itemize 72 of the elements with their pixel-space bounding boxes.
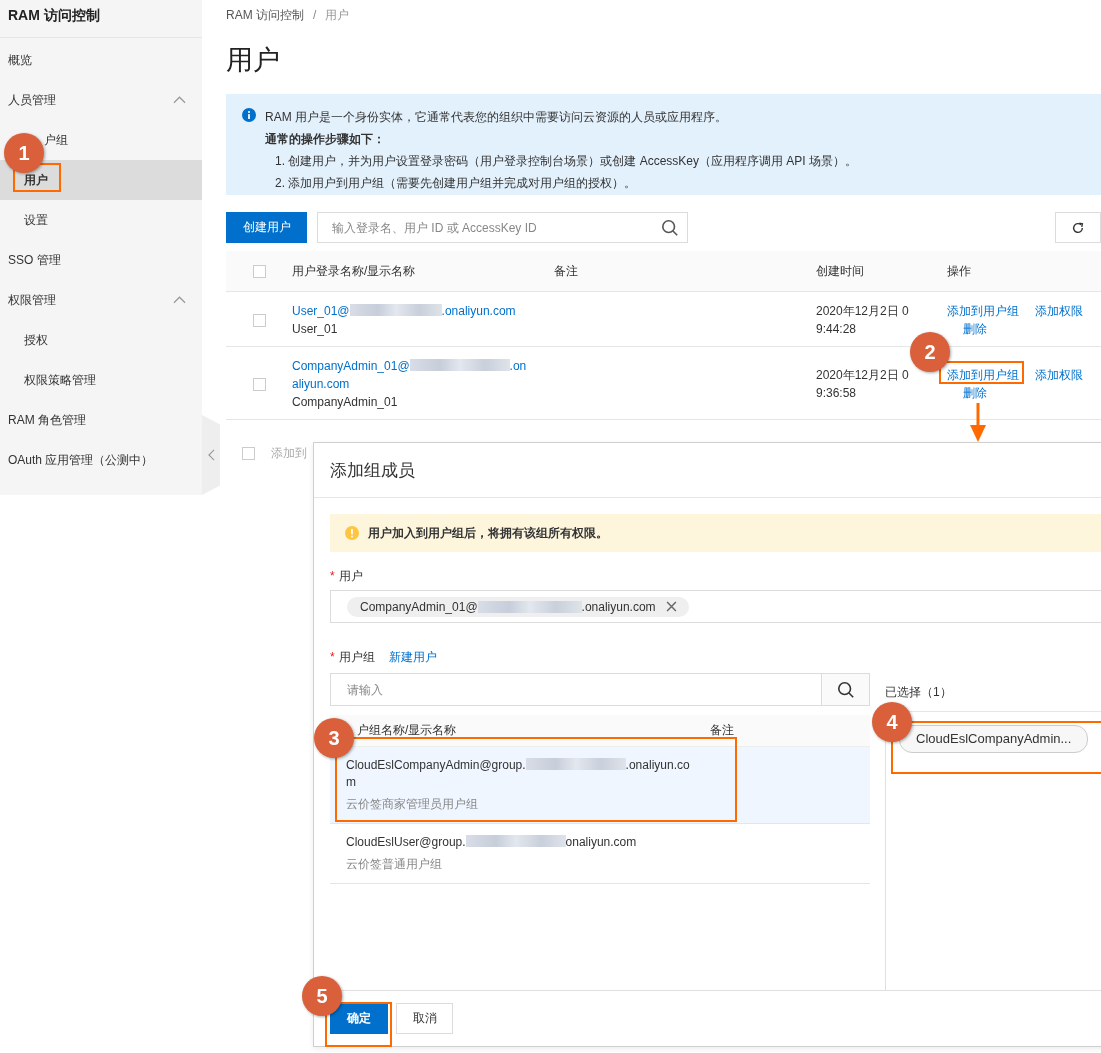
create-user-button[interactable]: 创建用户 [226, 212, 307, 243]
add-to-group-link[interactable]: 添加到用户组 [947, 366, 1019, 384]
search-field[interactable]: 输入登录名、用户 ID 或 AccessKey ID [317, 212, 688, 243]
delete-link[interactable]: 删除 [963, 384, 987, 402]
sidebar-item[interactable]: 户组 [44, 120, 202, 160]
page-title: 用户 [226, 44, 281, 77]
sidebar-item[interactable]: 设置 [0, 200, 202, 240]
checkbox[interactable] [252, 264, 266, 278]
group-row[interactable]: CloudEslUser@group. onaliyun.com 云价签普通用户组 [330, 824, 870, 884]
sidebar-item[interactable]: 概览 [0, 40, 202, 80]
delete-link[interactable]: 删除 [963, 320, 987, 338]
sidebar-title: RAM 访问控制 [0, 0, 202, 38]
user-select-field[interactable]: CompanyAdmin_01@ .onaliyun.com [330, 590, 1101, 623]
warning-icon [345, 526, 359, 540]
column-header: 创建时间 [816, 262, 865, 280]
info-icon [242, 108, 256, 122]
step-badge: 5 [302, 976, 342, 1016]
checkbox[interactable] [252, 377, 266, 391]
field-label: 用户 [338, 567, 363, 585]
created-time: 2020年12月2日 09:44:28 [816, 303, 910, 338]
display-name: User_01 [292, 321, 339, 338]
column-header: 备注 [710, 722, 734, 739]
breadcrumb-link[interactable]: RAM 访问控制 [226, 6, 304, 24]
dialog-title: 添加组成员 [330, 459, 415, 482]
info-text: RAM 用户是一个身份实体，它通常代表您的组织中需要访问云资源的人员或应用程序。 [265, 109, 728, 126]
search-icon[interactable] [836, 680, 855, 699]
add-permission-link[interactable]: 添加权限 [1035, 302, 1083, 320]
cancel-button[interactable]: 取消 [396, 1003, 453, 1034]
checkbox[interactable] [252, 313, 266, 327]
sidebar-item[interactable]: 人员管理 [0, 80, 202, 120]
field-label: 用户组 [338, 648, 375, 666]
column-header: 户组名称/显示名称 [357, 722, 458, 739]
group-display-name: 云价签商家管理员用户组 [346, 796, 479, 813]
sidebar-item[interactable]: 权限策略管理 [0, 360, 202, 400]
user-login-link[interactable]: CompanyAdmin_01@ .onaliyun.com [292, 357, 532, 393]
step-text: 1. 创建用户，并为用户设置登录密码（用户登录控制台场景）或创建 AccessKey（应用程序调用 API 场景）。 [274, 153, 858, 170]
selected-group-tag[interactable]: CloudEslCompanyAdmin... [899, 725, 1089, 753]
selected-count: 已选择（1） [885, 684, 953, 701]
sidebar-item[interactable]: RAM 角色管理 [0, 400, 202, 440]
refresh-button[interactable] [1055, 212, 1101, 243]
down-arrow [968, 403, 988, 443]
steps-title: 通常的操作步骤如下： [265, 131, 386, 148]
checkbox[interactable] [242, 447, 255, 460]
new-user-link[interactable]: 新建用户 [388, 648, 437, 666]
user-tag[interactable]: CompanyAdmin_01@ .onaliyun.com [347, 596, 689, 617]
group-display-name: 云价签普通用户组 [346, 856, 443, 873]
breadcrumb-separator: / [313, 8, 317, 22]
required-mark: * [330, 650, 335, 664]
refresh-icon[interactable] [1071, 220, 1085, 235]
sidebar-item[interactable]: 用户 [0, 160, 202, 200]
display-name: CompanyAdmin_01 [292, 394, 399, 411]
warning-text: 用户加入到用户组后，将拥有该组所有权限。 [368, 524, 608, 542]
add-to-group-link[interactable]: 添加到用户组 [947, 302, 1019, 320]
column-header: 操作 [947, 262, 972, 280]
sidebar-item[interactable]: SSO 管理 [0, 240, 202, 280]
group-row[interactable]: CloudEslCompanyAdmin@group. .onaliyun.com 云价签商家管理员用户组 [330, 747, 870, 824]
close-icon[interactable] [665, 601, 677, 612]
sidebar-item[interactable]: 授权 [0, 320, 202, 360]
sidebar-item[interactable]: 权限管理 [0, 280, 202, 320]
confirm-button[interactable]: 确定 [330, 1003, 388, 1034]
column-header: 备注 [554, 262, 579, 280]
created-time: 2020年12月2日 09:36:58 [816, 367, 910, 402]
group-name: CloudEslCompanyAdmin@group. .onaliyun.com [346, 757, 691, 791]
search-button[interactable] [821, 674, 869, 705]
required-mark: * [330, 569, 335, 583]
add-permission-link[interactable]: 添加权限 [1035, 366, 1083, 384]
column-header: 用户登录名称/显示名称 [292, 262, 417, 280]
sidebar-item[interactable]: OAuth 应用管理（公测中） [0, 440, 202, 480]
search-icon[interactable] [661, 218, 679, 237]
user-login-link[interactable]: User_01@ .onaliyun.com [292, 302, 532, 320]
group-name: CloudEslUser@group. onaliyun.com [346, 834, 638, 851]
step-text: 2. 添加用户到用户组（需要先创建用户组并完成对用户组的授权）。 [274, 175, 638, 192]
